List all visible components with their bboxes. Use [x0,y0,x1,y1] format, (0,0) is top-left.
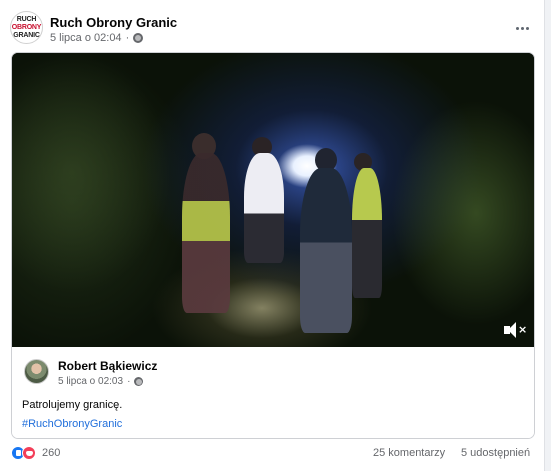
love-icon [22,446,36,460]
reactions-summary[interactable]: 260 [11,446,60,460]
post-header: RUCH OBRONY GRANIC Ruch Obrony Granic 5 … [10,11,535,51]
globe-icon[interactable] [133,33,144,43]
shared-post-meta: 5 lipca o 02:03 · [58,376,144,387]
page-avatar[interactable]: RUCH OBRONY GRANIC [10,11,43,44]
video-foliage-right [376,73,534,347]
author-avatar[interactable] [24,359,49,384]
video-figure [300,168,352,333]
muted-speaker-icon[interactable]: × [504,321,527,339]
shares-count-link[interactable]: 5 udostępnień [461,447,530,459]
globe-icon[interactable] [134,377,144,386]
hashtag-link[interactable]: #RuchObronyGranic [22,418,122,430]
shared-post[interactable]: × Robert Bąkiewicz 5 lipca o 02:03 · Pat… [11,52,535,439]
page-name-link[interactable]: Ruch Obrony Granic [50,15,177,30]
avatar-text-line2: OBRONY [11,23,42,31]
shared-post-body: Robert Bąkiewicz 5 lipca o 02:03 · Patro… [12,347,534,438]
post-footer: 260 25 komentarzy 5 udostępnień [11,444,538,464]
video-figure [352,168,382,298]
shared-post-timestamp[interactable]: 5 lipca o 02:03 [58,376,123,387]
post-meta: 5 lipca o 02:04 · [50,32,144,44]
avatar-text-line1: RUCH [16,15,37,23]
post-card: RUCH OBRONY GRANIC Ruch Obrony Granic 5 … [0,0,545,471]
comments-count-link[interactable]: 25 komentarzy [373,447,445,459]
post-text: Patrolujemy granicę. [22,399,123,411]
video-player[interactable]: × [12,53,534,347]
video-figure [182,153,230,313]
video-foliage-left [12,53,182,347]
avatar-text-line3: GRANIC [13,31,40,39]
video-figure [244,153,284,263]
author-name-link[interactable]: Robert Bąkiewicz [58,359,157,373]
more-options-icon[interactable] [509,17,535,39]
post-timestamp[interactable]: 5 lipca o 02:04 [50,32,122,44]
reaction-count: 260 [42,447,61,459]
